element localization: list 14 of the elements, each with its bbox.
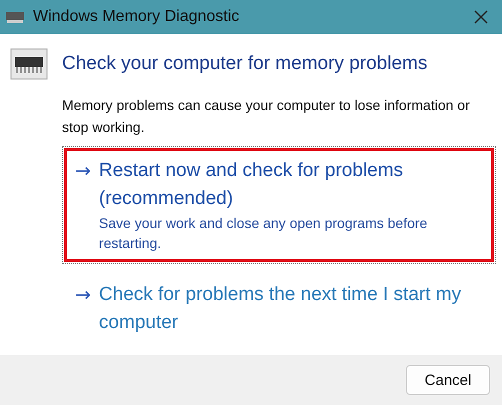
dialog-heading: Check your computer for memory problems [62,53,428,75]
arrow-glyph: → [75,159,91,184]
close-icon[interactable] [474,10,488,24]
option-link[interactable]: → Restart now and check for problems (recommended) Save your work and close any open programs before restarting. [64,148,494,262]
cancel-button[interactable]: Cancel [406,365,490,395]
memory-chip-icon [10,48,48,80]
memory-chip-icon [5,10,25,24]
arrow-glyph: → [75,283,91,308]
option-title: Check for problems the next time I start my computer [98,283,462,335]
window-title: Windows Memory Diagnostic [33,8,240,26]
description-text: Memory problems can cause your computer to lose information or stop working. [62,96,471,137]
option-title: Restart now and check for problems (recommended) [98,159,404,211]
option-link[interactable]: → Check for problems the next time I start my computer [64,272,494,346]
option-subtitle: Save your work and close any open programs before restarting. [98,214,428,253]
